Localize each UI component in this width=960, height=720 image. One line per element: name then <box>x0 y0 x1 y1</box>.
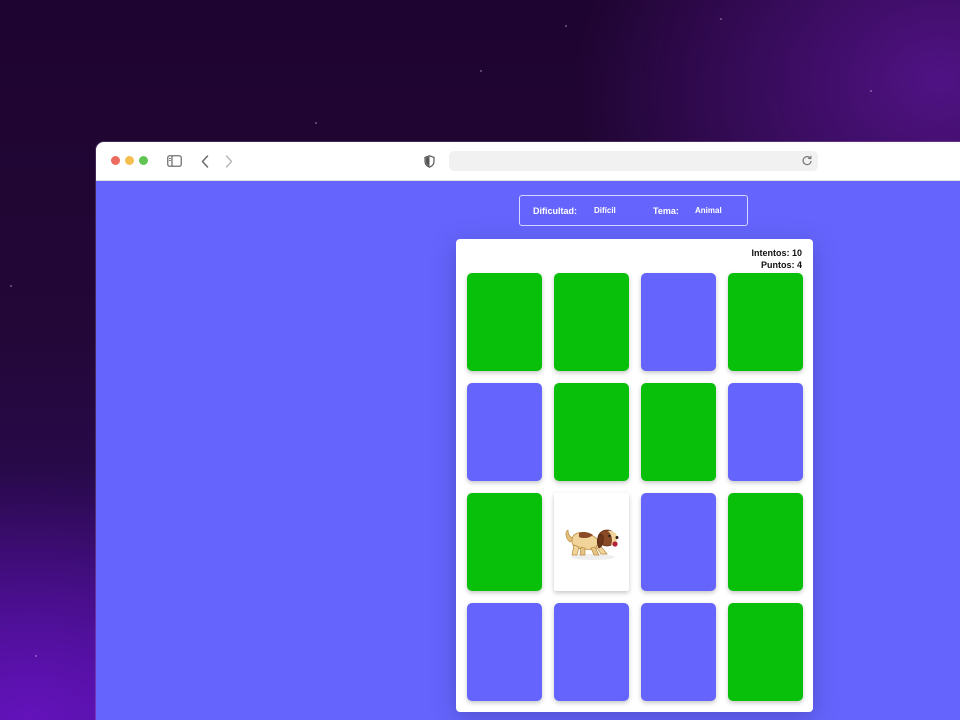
hidden-card[interactable] <box>467 603 542 701</box>
matched-card[interactable] <box>728 493 803 591</box>
browser-toolbar <box>96 142 960 181</box>
game-settings-bar: Dificultad: Difícil Tema: Animal <box>519 195 748 226</box>
matched-card[interactable] <box>728 273 803 371</box>
theme-label: Tema: <box>653 206 679 216</box>
scoreboard: Intentos: 10 Puntos: 4 <box>751 247 802 271</box>
star <box>10 285 12 287</box>
hidden-card[interactable] <box>728 383 803 481</box>
hidden-card[interactable] <box>641 603 716 701</box>
close-window-button[interactable] <box>111 156 120 165</box>
matched-card[interactable] <box>467 493 542 591</box>
hidden-card[interactable] <box>641 493 716 591</box>
shield-icon[interactable] <box>422 151 436 171</box>
star <box>315 122 317 124</box>
matched-card[interactable] <box>554 273 629 371</box>
zoom-window-button[interactable] <box>139 156 148 165</box>
matched-card[interactable] <box>728 603 803 701</box>
theme-select[interactable]: Animal <box>695 206 722 215</box>
matched-card[interactable] <box>554 383 629 481</box>
attempts-counter: Intentos: 10 <box>751 248 802 258</box>
points-counter: Puntos: 4 <box>760 260 802 270</box>
star <box>720 18 722 20</box>
hidden-card[interactable] <box>554 603 629 701</box>
star <box>565 25 567 27</box>
sidebar-toggle-icon[interactable] <box>166 151 182 171</box>
game-board: Intentos: 10 Puntos: 4 <box>456 239 813 712</box>
matched-card[interactable] <box>467 273 542 371</box>
difficulty-label: Dificultad: <box>533 206 577 216</box>
star <box>870 90 872 92</box>
star <box>480 70 482 72</box>
browser-window: Dificultad: Difícil Tema: Animal Intento… <box>96 142 960 720</box>
forward-arrow-icon[interactable] <box>222 151 236 171</box>
reload-icon[interactable] <box>800 154 814 168</box>
revealed-card[interactable] <box>554 493 629 591</box>
minimize-window-button[interactable] <box>125 156 134 165</box>
difficulty-select[interactable]: Difícil <box>594 206 616 215</box>
hidden-card[interactable] <box>467 383 542 481</box>
hidden-card[interactable] <box>641 273 716 371</box>
back-arrow-icon[interactable] <box>198 151 212 171</box>
star <box>35 655 37 657</box>
matched-card[interactable] <box>641 383 716 481</box>
page-content: Dificultad: Difícil Tema: Animal Intento… <box>96 181 960 720</box>
card-grid <box>467 273 803 701</box>
dog-icon <box>563 518 621 567</box>
address-bar[interactable] <box>449 151 818 171</box>
